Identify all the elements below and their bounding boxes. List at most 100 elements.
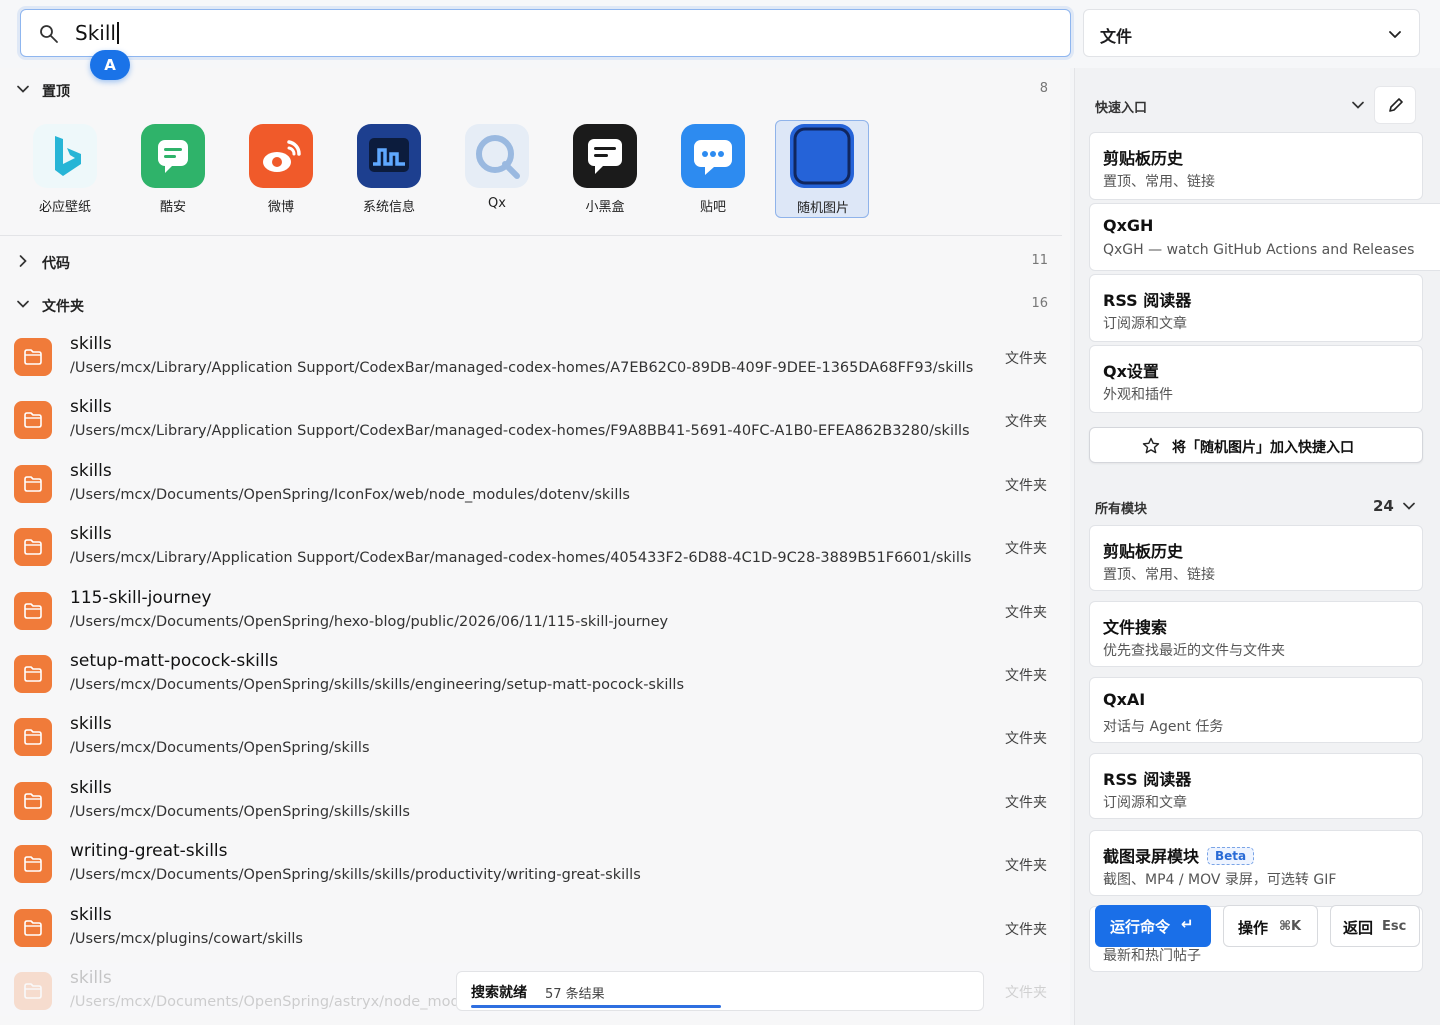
folder-name: skills xyxy=(70,460,112,481)
folder-icon xyxy=(14,528,52,567)
folder-icon xyxy=(14,591,52,630)
card-title: 剪贴板历史 xyxy=(1103,149,1184,168)
card-title: 剪贴板历史 xyxy=(1103,542,1184,561)
pin-coolapk[interactable]: 酷安 xyxy=(126,120,220,218)
back-shortcut: Esc xyxy=(1382,919,1407,934)
folder-name: skills xyxy=(70,904,112,925)
folder-path: /Users/mcx/Documents/OpenSpring/hexo-blo… xyxy=(70,613,669,630)
card-subtitle: 最新和热门帖子 xyxy=(1103,948,1201,964)
folder-result-row[interactable]: 115-skill-journey/Users/mcx/Documents/Op… xyxy=(0,584,1062,647)
pin-tieba[interactable]: 贴吧 xyxy=(666,120,760,218)
folder-result-row[interactable]: setup-matt-pocock-skills/Users/mcx/Docum… xyxy=(0,647,1062,710)
back-label: 返回 xyxy=(1343,919,1374,937)
chevron-right-icon xyxy=(19,255,27,267)
quick-title: 快速入口 xyxy=(1095,101,1148,116)
folder-path: /Users/mcx/Documents/OpenSpring/skills/s… xyxy=(70,867,641,884)
weibo-icon xyxy=(249,124,313,188)
module-card[interactable]: RSS 阅读器 订阅源和文章 xyxy=(1089,753,1423,819)
status-results: 57 条结果 xyxy=(545,987,605,1002)
folder-icon xyxy=(14,781,52,820)
folder-type: 文件夹 xyxy=(1005,351,1047,367)
pin-xiaoheihe[interactable]: 小黑盒 xyxy=(558,120,652,218)
search-input[interactable]: Skill xyxy=(20,9,1071,57)
actions-shortcut: ⌘K xyxy=(1279,919,1302,934)
folder-icon xyxy=(14,655,52,693)
module-card[interactable]: 截图录屏模块 Beta 截图、MP4 / MOV 录屏，可选转 GIF xyxy=(1089,830,1423,896)
folder-path: /Users/mcx/Library/Application Support/C… xyxy=(70,550,972,567)
folder-name: skills xyxy=(70,777,112,798)
folder-type: 文件夹 xyxy=(1005,858,1047,875)
folder-result-row[interactable]: skills/Users/mcx/plugins/cowart/skills 文件… xyxy=(0,901,1062,964)
card-title: 文件搜索 xyxy=(1103,618,1168,637)
folder-name: 115-skill-journey xyxy=(70,587,212,608)
folder-icon xyxy=(14,845,52,884)
quick-card-rss[interactable]: RSS 阅读器 订阅源和文章 xyxy=(1089,274,1423,342)
modules-count: 24 xyxy=(1373,497,1394,515)
pin-label: 小黑盒 xyxy=(585,200,625,215)
section-pinned-header[interactable]: 置顶 8 xyxy=(0,70,1062,110)
section-code-header[interactable]: 代码 11 xyxy=(0,242,1062,282)
folder-result-row[interactable]: skills/Users/mcx/Library/Application Sup… xyxy=(0,330,1062,393)
folder-type: 文件夹 xyxy=(1005,414,1047,431)
edit-button[interactable] xyxy=(1374,86,1416,124)
folder-type: 文件夹 xyxy=(1005,921,1047,938)
coolapk-icon xyxy=(141,124,205,188)
module-card[interactable]: 文件搜索 优先查找最近的文件与文件夹 xyxy=(1089,601,1423,667)
pin-bing-wallpaper[interactable]: 必应壁纸 xyxy=(18,120,112,218)
section-folders-header[interactable]: 文件夹 16 xyxy=(0,285,1062,325)
tieba-icon xyxy=(681,124,745,188)
pin-random-image[interactable]: 随机图片 xyxy=(775,120,869,218)
pin-system-info[interactable]: 系统信息 xyxy=(342,120,436,218)
run-label: 运行命令 xyxy=(1110,918,1171,936)
folder-result-row[interactable]: skills/Users/mcx/Documents/OpenSpring/Ic… xyxy=(0,457,1062,520)
search-value: Skill xyxy=(75,21,116,45)
card-subtitle: 置顶、常用、链接 xyxy=(1103,174,1215,190)
card-title: Qx设置 xyxy=(1103,362,1159,381)
folder-result-row[interactable]: skills/Users/mcx/Library/Application Sup… xyxy=(0,520,1062,583)
folder-result-row[interactable]: skills/Users/mcx/Documents/OpenSpring/sk… xyxy=(0,774,1062,837)
card-subtitle: 置顶、常用、链接 xyxy=(1103,567,1215,583)
folder-type: 文件夹 xyxy=(1005,668,1047,684)
back-button[interactable]: 返回 Esc xyxy=(1330,905,1420,947)
quick-card-settings[interactable]: Qx设置 外观和插件 xyxy=(1089,345,1423,413)
search-icon xyxy=(40,25,58,43)
add-to-quick-button[interactable]: 将「随机图片」加入快捷入口 xyxy=(1089,427,1423,463)
actions-button[interactable]: 操作 ⌘K xyxy=(1223,905,1318,947)
folder-result-row[interactable]: skills/Users/mcx/Documents/OpenSpring/sk… xyxy=(0,710,1062,773)
folder-name: skills xyxy=(70,334,112,354)
card-subtitle: 订阅源和文章 xyxy=(1103,316,1187,332)
sidebar-panel: 快速入口 剪贴板历史 置顶、常用、链接 QxGH QxGH — watch Gi… xyxy=(1074,68,1440,1025)
module-card[interactable]: QxAI 对话与 Agent 任务 xyxy=(1089,677,1423,743)
pin-qx[interactable]: Qx xyxy=(450,120,544,218)
text-caret xyxy=(116,22,119,44)
random-image-icon xyxy=(790,124,854,188)
folder-path: /Users/mcx/Documents/OpenSpring/skills xyxy=(70,740,370,757)
folder-result-row[interactable]: skills/Users/mcx/Library/Application Sup… xyxy=(0,393,1062,456)
folder-name: writing-great-skills xyxy=(70,841,228,862)
folder-path: /Users/mcx/Documents/OpenSpring/IconFox/… xyxy=(70,486,630,503)
run-command-button[interactable]: 运行命令 ↵ xyxy=(1095,905,1211,947)
folder-name: skills xyxy=(70,714,112,735)
module-card[interactable]: 剪贴板历史置顶、常用、链接 xyxy=(1089,525,1423,591)
system-info-icon xyxy=(357,124,421,188)
status-pill: 搜索就绪 57 条结果 xyxy=(456,971,984,1011)
section-title: 置顶 xyxy=(42,84,70,100)
folder-name: skills xyxy=(70,397,112,418)
scope-select[interactable]: 文件 xyxy=(1083,9,1420,57)
qx-icon xyxy=(465,124,529,188)
quick-card-clipboard[interactable]: 剪贴板历史 置顶、常用、链接 xyxy=(1089,132,1423,200)
pin-label: 贴吧 xyxy=(699,200,726,215)
folder-icon xyxy=(14,718,52,757)
pin-label: 系统信息 xyxy=(362,200,415,215)
chevron-down-icon[interactable] xyxy=(1402,499,1416,513)
folder-path: /Users/mcx/Documents/OpenSpring/skills/s… xyxy=(70,677,685,693)
quick-card-qxgh[interactable]: QxGH QxGH — watch GitHub Actions and Rel… xyxy=(1089,203,1440,271)
chevron-down-icon[interactable] xyxy=(1351,98,1365,112)
pin-label: 酷安 xyxy=(159,200,186,215)
card-title: RSS 阅读器 xyxy=(1103,770,1192,789)
return-key-icon: ↵ xyxy=(1181,915,1194,933)
folder-result-row[interactable]: writing-great-skills/Users/mcx/Documents… xyxy=(0,837,1062,900)
pin-weibo[interactable]: 微博 xyxy=(234,120,328,218)
card-subtitle: QxGH — watch GitHub Actions and Releases xyxy=(1103,242,1415,258)
bing-icon xyxy=(33,124,97,188)
